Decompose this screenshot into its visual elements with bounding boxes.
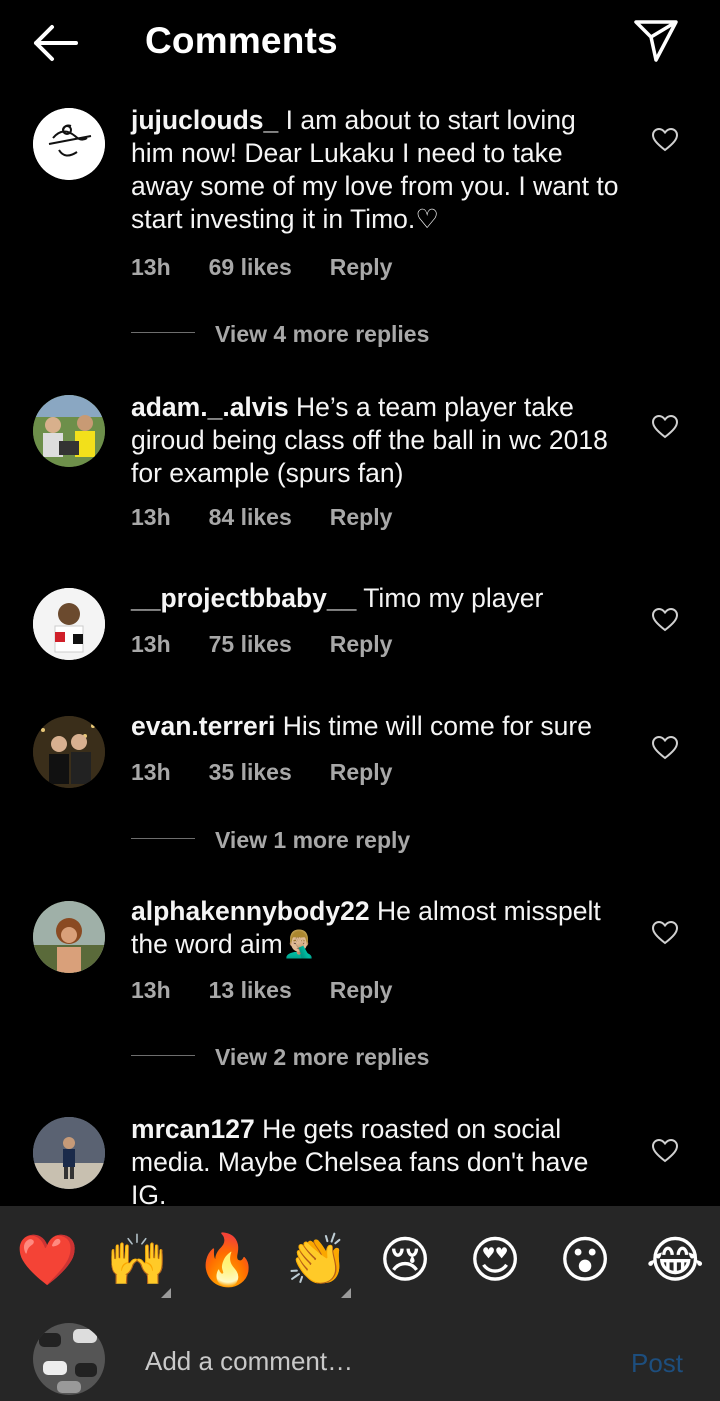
comment-text: mrcan127 He gets roasted on social media… [131,1113,623,1206]
avatar[interactable] [33,588,105,660]
comment-body: Timo my player [356,583,544,613]
comment-text: evan.terreri His time will come for sure [131,710,623,743]
red-heart-emoji-button[interactable]: ❤️ [16,1231,78,1289]
crying-face-emoji-button[interactable]: 😢 [376,1231,434,1289]
avatar[interactable] [33,108,105,180]
comment-meta: 13h 35 likes Reply [131,759,430,786]
like-heart-icon[interactable] [651,735,679,760]
divider-line [131,838,195,840]
page-title: Comments [145,20,338,61]
raising-hands-emoji-button[interactable]: 🙌 [106,1231,168,1289]
fire-emoji-button[interactable]: 🔥 [196,1231,258,1289]
comment-meta: 13h 84 likes Reply [131,504,430,531]
quick-emoji-bar: ❤️ 🙌 🔥 👏 😢 😍 😮 😂 [0,1206,720,1316]
like-heart-icon[interactable] [651,1138,679,1163]
comment-time: 13h [131,504,171,530]
comment-text: __projectbbaby__ Timo my player [131,582,623,615]
comment-text: jujuclouds_ I am about to start loving h… [131,104,623,236]
comment-username[interactable]: __projectbbaby__ [131,583,356,613]
comment-time: 13h [131,759,171,785]
comment-composer-panel: ❤️ 🙌 🔥 👏 😢 😍 😮 😂 Add a comment… Post [0,1206,720,1401]
comment-username[interactable]: adam._.alvis [131,392,289,422]
laughing-tears-emoji-button[interactable]: 😂 [646,1231,704,1289]
comment-input[interactable]: Add a comment… [145,1346,353,1377]
surprised-face-emoji-button[interactable]: 😮 [556,1231,614,1289]
comment-text: adam._.alvis He’s a team player take gir… [131,391,623,490]
comment-meta: 13h 75 likes Reply [131,631,430,658]
view-more-replies[interactable]: View 1 more reply [131,827,410,857]
comment-likes[interactable]: 75 likes [209,631,292,657]
comment-meta: 13h 13 likes Reply [131,977,430,1004]
view-more-label: View 4 more replies [215,321,430,347]
divider-line [131,332,195,334]
avatar[interactable] [33,901,105,973]
comment-time: 13h [131,631,171,657]
like-heart-icon[interactable] [651,920,679,945]
header: Comments [0,0,720,88]
avatar[interactable] [33,1117,105,1189]
heart-eyes-emoji-button[interactable]: 😍 [466,1231,524,1289]
comment-list[interactable]: jujuclouds_ I am about to start loving h… [0,88,720,1206]
avatar [33,1323,105,1395]
skin-tone-indicator-icon [341,1288,351,1298]
reply-button[interactable]: Reply [330,631,393,657]
view-more-label: View 2 more replies [215,1044,430,1070]
reply-button[interactable]: Reply [330,254,393,280]
avatar[interactable] [33,716,105,788]
reply-button[interactable]: Reply [330,504,393,530]
reply-button[interactable]: Reply [330,759,393,785]
comment-text: alphakennybody22 He almost misspelt the … [131,895,623,961]
reply-button[interactable]: Reply [330,977,393,1003]
comment-time: 13h [131,254,171,280]
like-heart-icon[interactable] [651,127,679,152]
comment-body: His time will come for sure [275,711,592,741]
view-more-replies[interactable]: View 4 more replies [131,321,429,351]
send-icon[interactable] [632,18,680,64]
view-more-label: View 1 more reply [215,827,411,853]
view-more-replies[interactable]: View 2 more replies [131,1044,429,1074]
comment-likes[interactable]: 69 likes [209,254,292,280]
like-heart-icon[interactable] [651,607,679,632]
comment-likes[interactable]: 13 likes [209,977,292,1003]
comment-likes[interactable]: 35 likes [209,759,292,785]
like-heart-icon[interactable] [651,414,679,439]
comment-input-row: Add a comment… Post [0,1318,720,1401]
comment-username[interactable]: jujuclouds_ [131,105,278,135]
comment-time: 13h [131,977,171,1003]
back-arrow-icon[interactable] [30,22,80,64]
comment-username[interactable]: evan.terreri [131,711,275,741]
divider-line [131,1055,195,1057]
comment-username[interactable]: mrcan127 [131,1114,255,1144]
comment-meta: 13h 69 likes Reply [131,254,430,281]
comment-likes[interactable]: 84 likes [209,504,292,530]
clapping-hands-emoji-button[interactable]: 👏 [286,1231,348,1289]
post-button[interactable]: Post [631,1348,683,1379]
comment-username[interactable]: alphakennybody22 [131,896,370,926]
skin-tone-indicator-icon [161,1288,171,1298]
avatar[interactable] [33,395,105,467]
